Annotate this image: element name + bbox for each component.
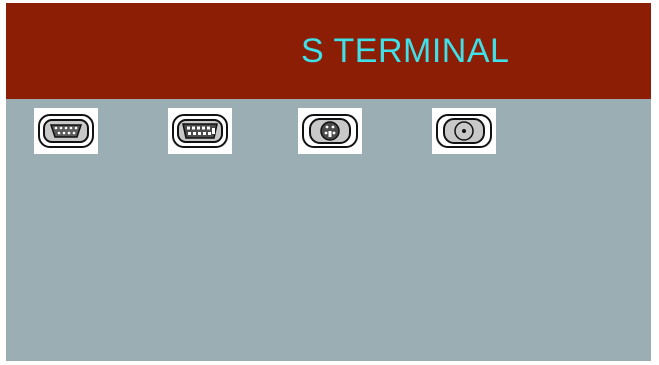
composite-video-connector-icon: [436, 114, 492, 148]
s-video-connector-icon: [302, 114, 358, 148]
input-composite-button[interactable]: [432, 108, 496, 154]
title-bar: S TERMINAL: [6, 3, 651, 99]
osd-menu: S TERMINAL: [6, 3, 651, 361]
vga-connector-icon: [38, 114, 94, 148]
dvi-connector-icon: [172, 114, 228, 148]
input-s-video-button[interactable]: [298, 108, 362, 154]
input-vga-button[interactable]: [34, 108, 98, 154]
input-dvi-button[interactable]: [168, 108, 232, 154]
input-source-title: S TERMINAL: [301, 32, 510, 70]
